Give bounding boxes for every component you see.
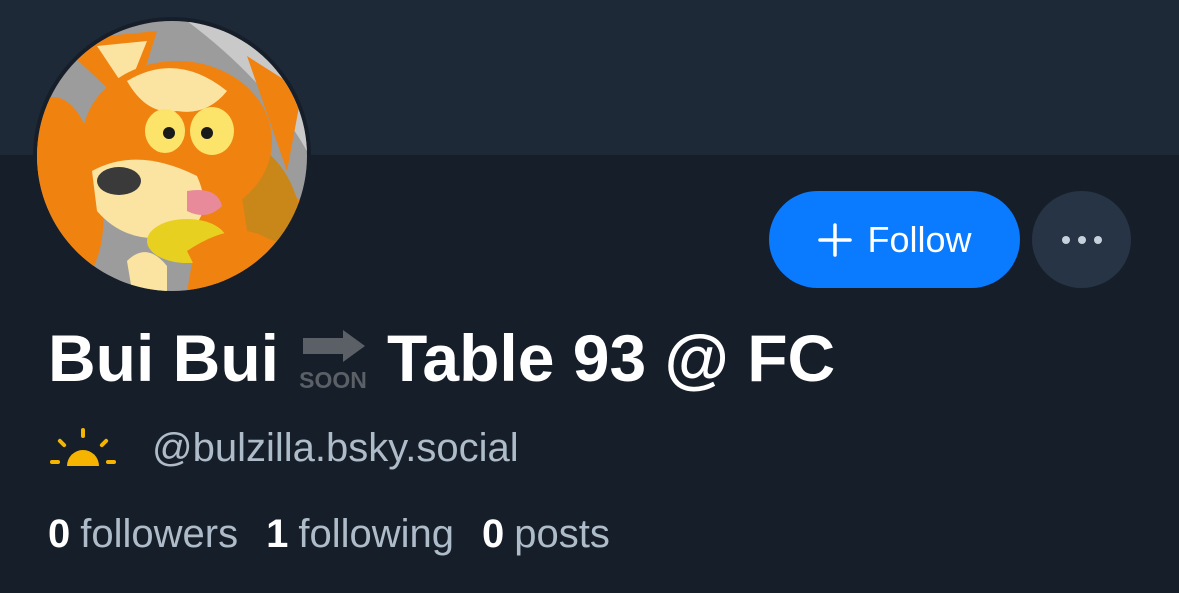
followers-count: 0 <box>48 511 71 556</box>
followers-label: followers <box>80 511 239 556</box>
posts-label: posts <box>514 511 610 556</box>
follow-button-label: Follow <box>867 218 972 260</box>
more-options-button[interactable] <box>1032 191 1131 288</box>
following-label: following <box>298 511 454 556</box>
ellipsis-icon <box>1061 235 1070 244</box>
avatar[interactable] <box>33 17 311 295</box>
display-name-part2: Table 93 @ FC <box>386 321 836 395</box>
follow-button[interactable]: Follow <box>769 191 1020 288</box>
user-handle: @bulzilla.bsky.social <box>152 425 519 470</box>
display-name-part1: Bui Bui <box>48 321 279 395</box>
soon-badge-text: SOON <box>299 367 367 392</box>
sunrise-icon <box>50 428 116 466</box>
handle-row: @bulzilla.bsky.social <box>50 420 519 476</box>
following-stat[interactable]: 1 following <box>266 512 454 557</box>
profile-header: Follow Bui Bui SOON Table 93 @ FC @bulzi… <box>0 0 1179 593</box>
soon-arrow-icon: SOON <box>299 330 367 392</box>
posts-count: 0 <box>482 511 505 556</box>
posts-stat: 0 posts <box>482 512 610 557</box>
profile-stats: 0 followers 1 following 0 posts <box>48 506 610 562</box>
avatar-image <box>37 21 307 291</box>
followers-stat[interactable]: 0 followers <box>48 512 238 557</box>
following-count: 1 <box>266 511 289 556</box>
display-name: Bui Bui SOON Table 93 @ FC <box>48 318 835 398</box>
plus-icon <box>818 222 853 257</box>
